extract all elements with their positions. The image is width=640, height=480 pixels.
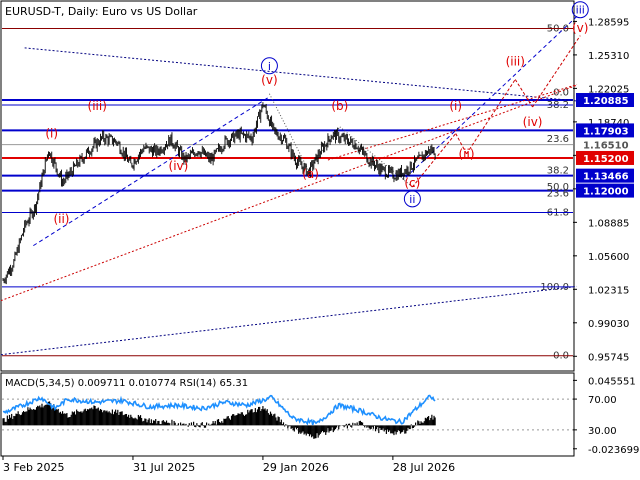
chart-title: EURUSD-T, Daily: Euro vs US Dollar: [5, 5, 198, 18]
wave-label: (a): [302, 167, 319, 181]
price-tag-label: 1.12000: [583, 187, 629, 198]
wave-label: (iii): [506, 55, 525, 69]
wave-label: (i): [45, 127, 58, 141]
wave-label: (v): [572, 21, 588, 35]
wave-label: (iv): [169, 159, 189, 173]
price-tag-label: 1.13466: [583, 172, 629, 183]
wave-label: (ii): [459, 147, 475, 161]
fib-label: 23.6: [547, 134, 569, 145]
fib-label: 38.2: [547, 166, 569, 177]
y-tick-label: 0.95745: [588, 352, 629, 363]
wave-label: (c): [404, 176, 420, 190]
x-tick-label: 31 Jul 2025: [133, 461, 195, 474]
x-tick-label: 28 Jul 2026: [393, 461, 455, 474]
indicator-tick-label: 0.045551: [588, 376, 636, 387]
y-tick-label: 1.02315: [588, 285, 629, 296]
wave-label: (ii): [53, 212, 69, 226]
price-tag-label: 1.20885: [583, 96, 629, 107]
price-tag-label: 1.15200: [583, 154, 629, 165]
wave-label: ii: [409, 193, 415, 206]
wave-label: i: [268, 60, 271, 73]
wave-label: (iii): [88, 99, 107, 113]
wave-label: (iv): [523, 115, 543, 129]
wave-label: (v): [261, 73, 277, 87]
price-tag-label: 1.17903: [583, 126, 629, 137]
fib-label: 23.6: [547, 189, 569, 200]
price-tag-label: 1.16510: [583, 141, 629, 152]
y-tick-label: 1.25310: [588, 51, 629, 62]
y-tick-label: 1.08885: [588, 218, 629, 229]
indicator-title: MACD(5,34,5) 0.009711 0.010774 RSI(14) 6…: [5, 378, 248, 389]
x-tick-label: 3 Feb 2025: [3, 461, 64, 474]
y-tick-label: 0.99030: [588, 319, 629, 330]
wave-label: (b): [331, 99, 348, 113]
wave-label: (i): [449, 99, 462, 113]
x-tick-label: 29 Jan 2026: [263, 461, 329, 474]
wave-label: iii: [576, 4, 585, 17]
chart-svg: 50.00.038.223.638.250.023.661.8100.00.0 …: [0, 0, 640, 480]
y-tick-label: 1.05600: [588, 252, 629, 263]
indicator-tick-label: -0.023699: [588, 445, 639, 456]
indicator-tick-label: 30.00: [588, 426, 617, 437]
chart-window: 50.00.038.223.638.250.023.661.8100.00.0 …: [0, 0, 640, 480]
y-tick-label: 1.28595: [588, 17, 629, 28]
indicator-tick-label: 70.00: [588, 395, 617, 406]
